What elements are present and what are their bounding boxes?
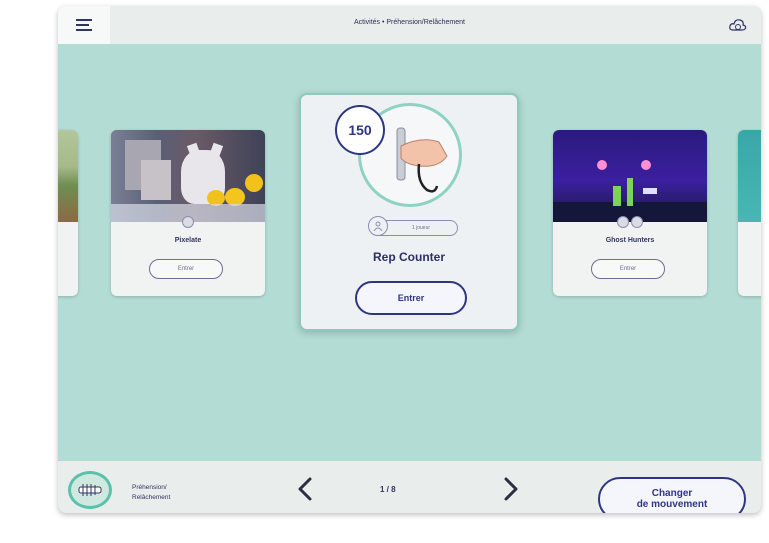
change-movement-button[interactable]: Changer de mouvement (598, 477, 746, 513)
movement-label: Préhension/ Relâchement (132, 483, 170, 503)
bottom-bar: Préhension/ Relâchement 1 / 8 Changer de… (58, 461, 761, 513)
player-badge-icon (631, 216, 643, 228)
activity-card-pixelate[interactable]: Pixelate Entrer (111, 130, 265, 296)
pixelate-thumbnail (111, 130, 265, 222)
page-indicator: 1 / 8 (380, 485, 396, 494)
player-badge-icon (182, 216, 194, 228)
chevron-left-icon[interactable] (294, 475, 318, 503)
activity-card-partial-left[interactable] (58, 130, 78, 296)
ghost-hunters-thumbnail (553, 130, 707, 222)
app-window: Activités • Préhension/Relâchement Pixel… (58, 6, 761, 513)
chevron-right-icon[interactable] (498, 475, 522, 503)
activity-name: Pixelate (174, 237, 202, 244)
page-title: Activités • Préhension/Relâchement (353, 19, 465, 26)
activity-card-ghost-hunters[interactable]: Ghost Hunters Entrer (553, 130, 707, 296)
enter-button-rep-counter[interactable]: Entrer (355, 281, 467, 315)
top-bar: Activités • Préhension/Relâchement (58, 6, 761, 44)
enter-button-ghost-hunters[interactable]: Entrer (591, 259, 665, 279)
movement-label-line2: Relâchement (132, 494, 171, 501)
activity-thumbnail (738, 130, 761, 222)
hand-grip-icon (78, 484, 102, 496)
player-badge-icon (617, 216, 629, 228)
activity-name: Ghost Hunters (605, 237, 655, 244)
change-movement-line1: Changer (651, 488, 693, 499)
players-label: 1 joueur (411, 225, 431, 231)
activity-card-rep-counter[interactable]: 150 1 joueur Rep Counter Entrer (299, 93, 519, 331)
person-icon (368, 216, 388, 236)
enter-button-pixelate[interactable]: Entrer (149, 259, 223, 279)
activity-thumbnail (58, 130, 78, 222)
movement-label-line1: Préhension/ (132, 484, 167, 491)
movement-icon (68, 471, 112, 509)
cloud-sync-icon[interactable] (729, 17, 747, 33)
activity-name: Rep Counter (373, 250, 445, 264)
rep-count-badge: 150 (335, 105, 385, 155)
change-movement-line2: de mouvement (636, 499, 708, 510)
activity-card-partial-right[interactable] (738, 130, 761, 296)
